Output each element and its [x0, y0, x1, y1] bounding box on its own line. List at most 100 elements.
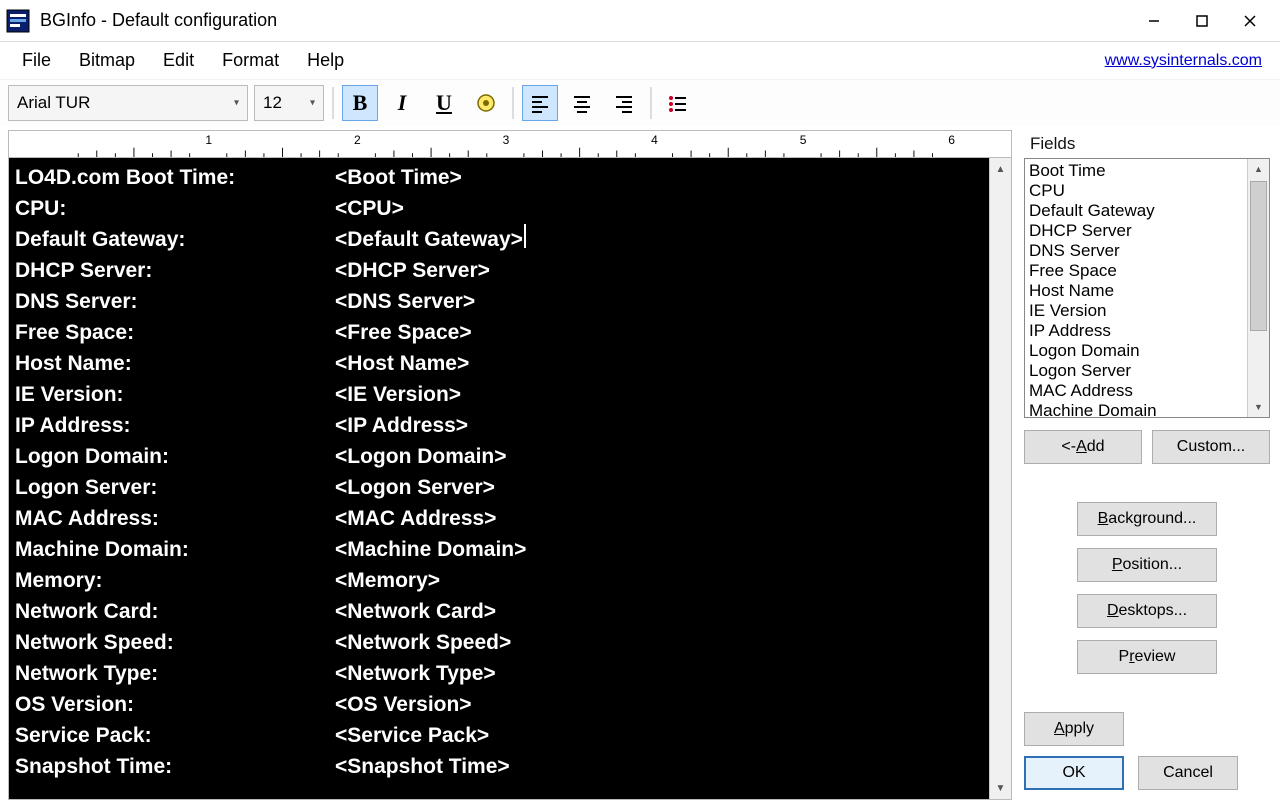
titlebar: BGInfo - Default configuration: [0, 0, 1280, 42]
menu-file[interactable]: File: [8, 46, 65, 75]
editor-scrollbar[interactable]: ▲ ▼: [989, 158, 1011, 799]
bold-button[interactable]: B: [342, 85, 378, 121]
format-toolbar: Arial TUR ▾ 12 ▾ B I U: [0, 80, 1280, 126]
editor-row: DNS Server:<DNS Server>: [15, 286, 983, 317]
editor-column: 123456 LO4D.com Boot Time:<Boot Time>CPU…: [0, 126, 1020, 804]
editor-row: Logon Server:<Logon Server>: [15, 472, 983, 503]
font-size-value: 12: [263, 93, 282, 113]
align-right-button[interactable]: [606, 85, 642, 121]
scroll-up-icon[interactable]: ▲: [1248, 159, 1269, 179]
add-button[interactable]: <- Add: [1024, 430, 1142, 464]
svg-text:5: 5: [800, 133, 807, 147]
cancel-button[interactable]: Cancel: [1138, 756, 1238, 790]
editor-value: <Network Type>: [335, 658, 496, 689]
editor[interactable]: LO4D.com Boot Time:<Boot Time>CPU:<CPU>D…: [9, 158, 989, 799]
window-title: BGInfo - Default configuration: [40, 10, 1130, 31]
editor-row: Service Pack:<Service Pack>: [15, 720, 983, 751]
bullet-list-button[interactable]: [660, 85, 696, 121]
editor-value: <Network Speed>: [335, 627, 511, 658]
background-button[interactable]: Background...: [1077, 502, 1217, 536]
editor-row: LO4D.com Boot Time:<Boot Time>: [15, 162, 983, 193]
desktops-button[interactable]: Desktops...: [1077, 594, 1217, 628]
ruler[interactable]: 123456: [8, 130, 1012, 158]
fields-item[interactable]: Free Space: [1029, 261, 1243, 281]
fields-listbox[interactable]: Boot TimeCPUDefault GatewayDHCP ServerDN…: [1024, 158, 1270, 418]
editor-value: <Logon Domain>: [335, 441, 507, 472]
editor-value: <OS Version>: [335, 689, 472, 720]
fields-item[interactable]: DHCP Server: [1029, 221, 1243, 241]
editor-value: <CPU>: [335, 193, 404, 224]
editor-row: Snapshot Time:<Snapshot Time>: [15, 751, 983, 782]
editor-value: <Snapshot Time>: [335, 751, 510, 782]
position-button[interactable]: Position...: [1077, 548, 1217, 582]
scroll-thumb[interactable]: [1250, 181, 1267, 331]
editor-label: MAC Address:: [15, 503, 335, 534]
fields-title: Fields: [1030, 134, 1270, 154]
fields-panel: Fields Boot TimeCPUDefault GatewayDHCP S…: [1020, 126, 1280, 804]
editor-label: Logon Domain:: [15, 441, 335, 472]
editor-value: <MAC Address>: [335, 503, 496, 534]
text-cursor: [524, 224, 526, 248]
fields-item[interactable]: Boot Time: [1029, 161, 1243, 181]
editor-label: Network Speed:: [15, 627, 335, 658]
editor-value: <Default Gateway>: [335, 224, 523, 255]
maximize-button[interactable]: [1178, 1, 1226, 41]
minimize-button[interactable]: [1130, 1, 1178, 41]
editor-label: Network Type:: [15, 658, 335, 689]
highlight-color-button[interactable]: [468, 85, 504, 121]
chevron-down-icon: ▾: [234, 98, 239, 109]
editor-wrap: LO4D.com Boot Time:<Boot Time>CPU:<CPU>D…: [8, 158, 1012, 800]
fields-item[interactable]: MAC Address: [1029, 381, 1243, 401]
scroll-up-icon[interactable]: ▲: [990, 158, 1011, 180]
fields-item[interactable]: Machine Domain: [1029, 401, 1243, 417]
menu-format[interactable]: Format: [208, 46, 293, 75]
apply-button[interactable]: Apply: [1024, 712, 1124, 746]
editor-value: <Free Space>: [335, 317, 472, 348]
editor-label: Logon Server:: [15, 472, 335, 503]
menu-edit[interactable]: Edit: [149, 46, 208, 75]
scroll-down-icon[interactable]: ▼: [990, 777, 1011, 799]
close-button[interactable]: [1226, 1, 1274, 41]
editor-row: DHCP Server:<DHCP Server>: [15, 255, 983, 286]
align-center-button[interactable]: [564, 85, 600, 121]
preview-button[interactable]: Preview: [1077, 640, 1217, 674]
custom-button[interactable]: Custom...: [1152, 430, 1270, 464]
editor-label: IP Address:: [15, 410, 335, 441]
editor-label: Host Name:: [15, 348, 335, 379]
chevron-down-icon: ▾: [310, 98, 315, 109]
fields-scrollbar[interactable]: ▲ ▼: [1247, 159, 1269, 417]
italic-button[interactable]: I: [384, 85, 420, 121]
editor-row: Network Card:<Network Card>: [15, 596, 983, 627]
ok-button[interactable]: OK: [1024, 756, 1124, 790]
editor-value: <Logon Server>: [335, 472, 495, 503]
editor-value: <IE Version>: [335, 379, 461, 410]
editor-row: Logon Domain:<Logon Domain>: [15, 441, 983, 472]
editor-value: <Boot Time>: [335, 162, 462, 193]
fields-item[interactable]: IP Address: [1029, 321, 1243, 341]
fields-item[interactable]: CPU: [1029, 181, 1243, 201]
fields-item[interactable]: Logon Server: [1029, 361, 1243, 381]
menu-bitmap[interactable]: Bitmap: [65, 46, 149, 75]
svg-text:1: 1: [205, 133, 212, 147]
fields-item[interactable]: Host Name: [1029, 281, 1243, 301]
menu-help[interactable]: Help: [293, 46, 358, 75]
underline-button[interactable]: U: [426, 85, 462, 121]
fields-item[interactable]: IE Version: [1029, 301, 1243, 321]
editor-row: Memory:<Memory>: [15, 565, 983, 596]
editor-row: Free Space:<Free Space>: [15, 317, 983, 348]
fields-item[interactable]: Default Gateway: [1029, 201, 1243, 221]
font-family-combo[interactable]: Arial TUR ▾: [8, 85, 248, 121]
editor-value: <Machine Domain>: [335, 534, 526, 565]
editor-row: Network Speed:<Network Speed>: [15, 627, 983, 658]
editor-row: IE Version:<IE Version>: [15, 379, 983, 410]
align-left-button[interactable]: [522, 85, 558, 121]
svg-text:2: 2: [354, 133, 361, 147]
editor-row: IP Address:<IP Address>: [15, 410, 983, 441]
font-size-combo[interactable]: 12 ▾: [254, 85, 324, 121]
fields-item[interactable]: Logon Domain: [1029, 341, 1243, 361]
editor-label: DNS Server:: [15, 286, 335, 317]
editor-label: Snapshot Time:: [15, 751, 335, 782]
fields-item[interactable]: DNS Server: [1029, 241, 1243, 261]
sysinternals-link[interactable]: www.sysinternals.com: [1105, 52, 1272, 70]
scroll-down-icon[interactable]: ▼: [1248, 397, 1269, 417]
